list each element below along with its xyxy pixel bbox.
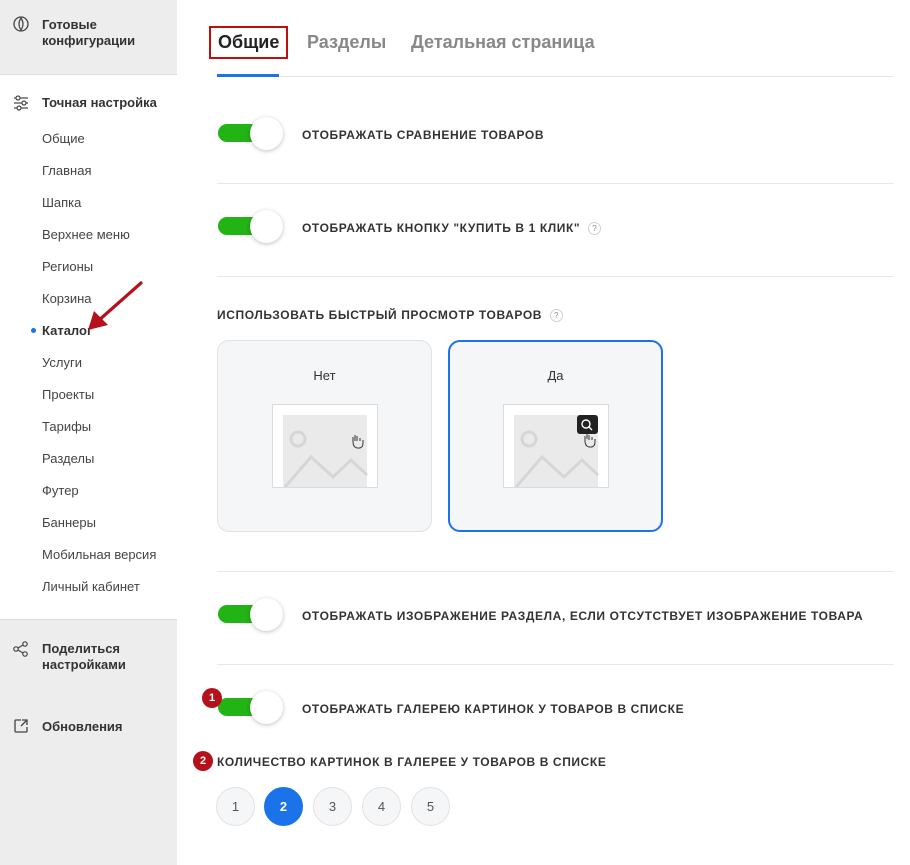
sidebar-heading-fine-tuning[interactable]: Точная настройка <box>42 95 157 111</box>
sidebar-item-account[interactable]: Личный кабинет <box>42 579 140 595</box>
sidebar-item-projects[interactable]: Проекты <box>42 387 94 403</box>
tab-sections[interactable]: Разделы <box>307 32 386 53</box>
section-image-label: ОТОБРАЖАТЬ ИЗОБРАЖЕНИЕ РАЗДЕЛА, ЕСЛИ ОТС… <box>302 609 864 623</box>
zoom-icon <box>577 415 598 434</box>
active-tab-underline <box>217 74 279 77</box>
image-placeholder-icon <box>283 415 369 488</box>
product-thumbnail <box>272 404 378 488</box>
sidebar-item-main[interactable]: Главная <box>42 163 91 179</box>
quick-view-option-no[interactable]: Нет <box>217 340 432 532</box>
sidebar-item-banners[interactable]: Баннеры <box>42 515 96 531</box>
tab-highlight-box <box>209 26 288 59</box>
section-image-toggle-knob <box>250 598 283 631</box>
image-placeholder-icon <box>514 415 600 488</box>
divider <box>217 276 894 277</box>
sidebar-link-updates[interactable]: Обновления <box>42 719 123 735</box>
annotation-arrow <box>88 281 143 330</box>
help-icon[interactable]: ? <box>588 222 602 235</box>
sidebar-item-services[interactable]: Услуги <box>42 355 82 371</box>
gallery-count-option-1[interactable]: 1 <box>216 787 255 826</box>
sidebar-item-header[interactable]: Шапка <box>42 195 81 211</box>
quick-view-label: ИСПОЛЬЗОВАТЬ БЫСТРЫЙ ПРОСМОТР ТОВАРОВ <box>217 308 543 322</box>
quick-view-row: ИСПОЛЬЗОВАТЬ БЫСТРЫЙ ПРОСМОТР ТОВАРОВ? <box>217 308 564 322</box>
sidebar-item-sections[interactable]: Разделы <box>42 451 94 467</box>
divider <box>217 571 894 572</box>
gallery-count-label: КОЛИЧЕСТВО КАРТИНОК В ГАЛЕРЕЕ У ТОВАРОВ … <box>217 755 607 769</box>
gallery-label: ОТОБРАЖАТЬ ГАЛЕРЕЮ КАРТИНОК У ТОВАРОВ В … <box>302 702 685 716</box>
option-label: Да <box>547 368 564 383</box>
updates-icon <box>14 719 28 733</box>
sidebar-fine-tuning-section: Точная настройка Общие Главная Шапка Вер… <box>0 75 177 619</box>
sidebar-item-top-menu[interactable]: Верхнее меню <box>42 227 130 243</box>
share-icon <box>13 641 28 657</box>
sidebar-item-regions[interactable]: Регионы <box>42 259 93 275</box>
sidebar-top-section: Готовые конфигурации <box>0 0 177 75</box>
buy-one-click-row: ОТОБРАЖАТЬ КНОПКУ "КУПИТЬ В 1 КЛИК"? <box>302 221 602 235</box>
settings-sidebar: Готовые конфигурации Точная настройка Об… <box>0 0 177 865</box>
annotation-badge: 2 <box>193 751 213 771</box>
sidebar-item-footer[interactable]: Футер <box>42 483 79 499</box>
compare-label: ОТОБРАЖАТЬ СРАВНЕНИЕ ТОВАРОВ <box>302 128 545 142</box>
gallery-count-option-5[interactable]: 5 <box>411 787 450 826</box>
divider <box>217 664 894 665</box>
quick-view-option-yes[interactable]: Да <box>448 340 663 532</box>
configurations-icon <box>13 16 29 32</box>
buy-one-click-label: ОТОБРАЖАТЬ КНОПКУ "КУПИТЬ В 1 КЛИК" <box>302 221 581 235</box>
sidebar-item-general[interactable]: Общие <box>42 131 85 147</box>
help-icon[interactable]: ? <box>550 309 564 322</box>
sliders-icon <box>14 95 28 111</box>
sidebar-bottom-section: Поделиться настройками Обновления <box>0 619 177 865</box>
divider <box>217 183 894 184</box>
compare-toggle-knob <box>250 117 283 150</box>
active-item-dot <box>31 328 36 333</box>
gallery-count-option-4[interactable]: 4 <box>362 787 401 826</box>
gallery-toggle-knob <box>250 691 283 724</box>
sidebar-link-ready-configurations[interactable]: Готовые конфигурации <box>42 17 162 49</box>
option-label: Нет <box>313 368 336 383</box>
buy-one-click-toggle-knob <box>250 210 283 243</box>
annotation-badge: 1 <box>202 688 222 708</box>
gallery-count-option-3[interactable]: 3 <box>313 787 352 826</box>
sidebar-link-share-settings[interactable]: Поделиться настройками <box>42 641 152 673</box>
sidebar-item-tariffs[interactable]: Тарифы <box>42 419 91 435</box>
product-thumbnail <box>503 404 609 488</box>
tab-detail-page[interactable]: Детальная страница <box>411 32 595 53</box>
gallery-count-option-2[interactable]: 2 <box>264 787 303 826</box>
sidebar-item-mobile[interactable]: Мобильная версия <box>42 547 156 563</box>
